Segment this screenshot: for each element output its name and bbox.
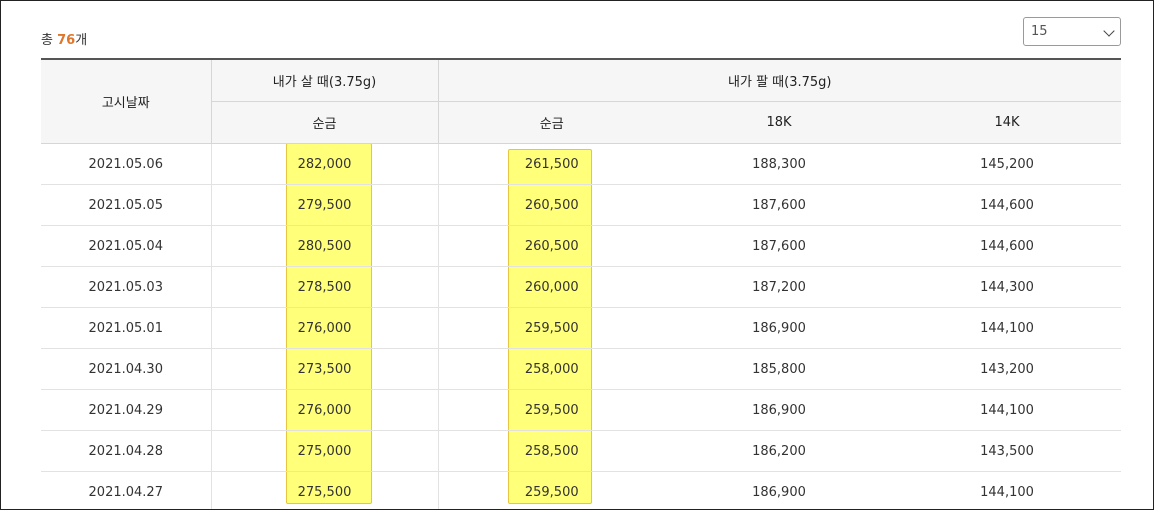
page-size-select[interactable]: 15 xyxy=(1023,17,1121,46)
table-row: 2021.05.06 282,000 261,500 188,300 145,200 xyxy=(41,143,1122,185)
cell-sell-18k: 188,300 xyxy=(665,143,893,185)
gold-price-table: 고시날짜 내가 살 때(3.75g) 내가 팔 때(3.75g) 순금 순금 1… xyxy=(41,58,1122,509)
table-header: 고시날짜 내가 살 때(3.75g) 내가 팔 때(3.75g) 순금 순금 1… xyxy=(41,58,1122,144)
cell-buy-pure: 282,000 xyxy=(210,143,438,185)
page-frame: 총 76개 15 고시날짜 내가 살 때(3.75g) 내가 팔 때(3.75g… xyxy=(0,0,1154,510)
cell-sell-14k: 144,300 xyxy=(893,266,1122,308)
cell-buy-pure: 275,000 xyxy=(210,430,438,472)
cell-date: 2021.05.05 xyxy=(41,184,211,226)
header-sell-14k: 14K xyxy=(893,101,1122,144)
cell-buy-pure: 279,500 xyxy=(210,184,438,226)
total-count-value: 76 xyxy=(57,33,76,48)
cell-sell-14k: 144,600 xyxy=(893,184,1122,226)
list-toolbar: 총 76개 15 xyxy=(41,17,1121,53)
total-prefix: 총 xyxy=(41,33,58,48)
cell-sell-pure: 260,000 xyxy=(437,266,665,308)
header-sell-pure: 순금 xyxy=(437,101,665,144)
cell-sell-14k: 143,500 xyxy=(893,430,1122,472)
cell-buy-pure: 278,500 xyxy=(210,266,438,308)
cell-date: 2021.05.03 xyxy=(41,266,211,308)
cell-date: 2021.04.30 xyxy=(41,348,211,390)
cell-sell-18k: 187,200 xyxy=(665,266,893,308)
table-row: 2021.04.28 275,000 258,500 186,200 143,500 xyxy=(41,430,1122,472)
cell-sell-18k: 185,800 xyxy=(665,348,893,390)
table-row: 2021.04.27 275,500 259,500 186,900 144,100 xyxy=(41,471,1122,509)
cell-sell-pure: 261,500 xyxy=(437,143,665,185)
cell-sell-18k: 187,600 xyxy=(665,184,893,226)
cell-sell-18k: 187,600 xyxy=(665,225,893,267)
table-row: 2021.04.30 273,500 258,000 185,800 143,200 xyxy=(41,348,1122,390)
cell-sell-18k: 186,900 xyxy=(665,389,893,431)
table-row: 2021.05.04 280,500 260,500 187,600 144,600 xyxy=(41,225,1122,267)
table-row: 2021.05.05 279,500 260,500 187,600 144,600 xyxy=(41,184,1122,226)
table-row: 2021.05.03 278,500 260,000 187,200 144,300 xyxy=(41,266,1122,308)
cell-date: 2021.04.27 xyxy=(41,471,211,509)
header-date: 고시날짜 xyxy=(41,58,211,144)
cell-buy-pure: 273,500 xyxy=(210,348,438,390)
cell-sell-18k: 186,900 xyxy=(665,307,893,349)
cell-sell-pure: 258,500 xyxy=(437,430,665,472)
header-buy-group: 내가 살 때(3.75g) xyxy=(210,58,438,102)
chevron-down-icon xyxy=(1103,25,1115,37)
cell-date: 2021.05.06 xyxy=(41,143,211,185)
cell-sell-pure: 259,500 xyxy=(437,471,665,509)
cell-sell-pure: 259,500 xyxy=(437,389,665,431)
header-buy-pure: 순금 xyxy=(210,101,438,144)
cell-sell-14k: 144,100 xyxy=(893,307,1122,349)
header-sell-18k: 18K xyxy=(665,101,893,144)
cell-sell-pure: 260,500 xyxy=(437,225,665,267)
cell-date: 2021.05.01 xyxy=(41,307,211,349)
cell-sell-18k: 186,900 xyxy=(665,471,893,509)
cell-sell-14k: 144,600 xyxy=(893,225,1122,267)
cell-date: 2021.04.29 xyxy=(41,389,211,431)
cell-sell-14k: 143,200 xyxy=(893,348,1122,390)
cell-date: 2021.04.28 xyxy=(41,430,211,472)
table-row: 2021.04.29 276,000 259,500 186,900 144,100 xyxy=(41,389,1122,431)
table-body: 2021.05.06 282,000 261,500 188,300 145,200 20… xyxy=(41,143,1122,509)
cell-buy-pure: 280,500 xyxy=(210,225,438,267)
cell-sell-pure: 258,000 xyxy=(437,348,665,390)
cell-sell-14k: 144,100 xyxy=(893,389,1122,431)
total-suffix: 개 xyxy=(75,33,88,48)
cell-sell-pure: 260,500 xyxy=(437,184,665,226)
table-row: 2021.05.01 276,000 259,500 186,900 144,100 xyxy=(41,307,1122,349)
cell-date: 2021.05.04 xyxy=(41,225,211,267)
page-size-value: 15 xyxy=(1031,24,1048,39)
cell-sell-14k: 144,100 xyxy=(893,471,1122,509)
cell-sell-18k: 186,200 xyxy=(665,430,893,472)
cell-buy-pure: 276,000 xyxy=(210,389,438,431)
header-sell-group: 내가 팔 때(3.75g) xyxy=(437,58,1122,102)
cell-buy-pure: 276,000 xyxy=(210,307,438,349)
cell-buy-pure: 275,500 xyxy=(210,471,438,509)
cell-sell-14k: 145,200 xyxy=(893,143,1122,185)
total-count: 총 76개 xyxy=(41,29,87,48)
cell-sell-pure: 259,500 xyxy=(437,307,665,349)
